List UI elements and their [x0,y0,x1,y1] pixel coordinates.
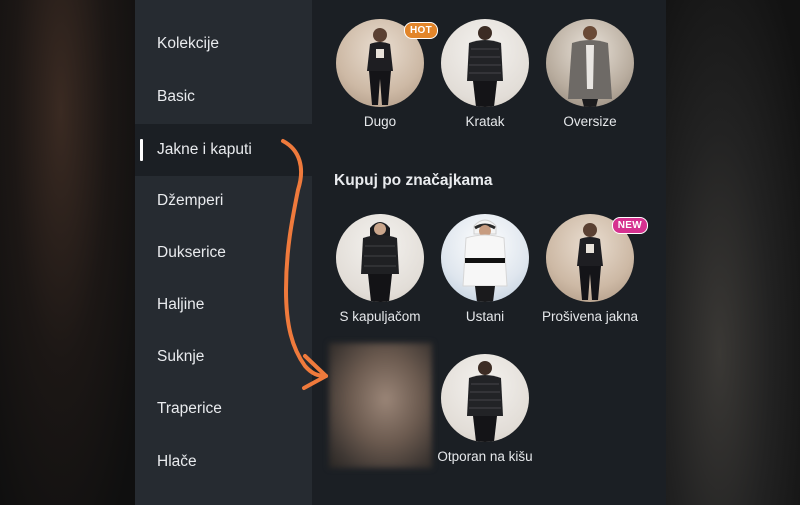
card-label: Kratak [465,114,505,129]
sidebar-item-label: Haljine [157,296,205,313]
product-image-oversize [546,19,634,107]
category-content: HOT Dugo Kratak Oversize Kupuj po značaj… [312,0,666,505]
card-label: Ustani [465,309,505,324]
sidebar-item-label: Hlače [157,453,197,470]
card-dugo[interactable]: HOT Dugo [328,19,438,130]
sidebar-item-suknje[interactable]: Suknje [135,331,312,383]
sidebar-item-haljine[interactable]: Haljine [135,279,312,331]
card-label: S kapuljačom [339,309,421,324]
app-window: Kolekcije Basic Jakne i kaputi Džemperi … [135,0,666,505]
card-label: Dugo [363,114,397,129]
sidebar-item-dzemperi[interactable]: Džemperi [135,175,312,227]
sidebar-item-label: Suknje [157,348,205,365]
sidebar-item-label: Dukserice [157,244,226,261]
background-left-blur [0,0,135,505]
card-oversize[interactable]: Oversize [538,19,642,130]
card-label: Oversize [563,114,617,129]
card-label: Otporan na kišu [437,449,533,464]
category-sidebar: Kolekcije Basic Jakne i kaputi Džemperi … [135,0,312,505]
card-s-kapuljacom[interactable]: S kapuljačom [328,214,432,325]
model-figure-icon [462,219,508,302]
sidebar-item-jakne-i-kaputi[interactable]: Jakne i kaputi [135,124,312,176]
sidebar-item-label: Basic [157,88,195,105]
product-image-s-kapuljacom [336,214,424,302]
section-title-features: Kupuj po značajkama [334,172,493,189]
sidebar-item-kolekcije[interactable]: Kolekcije [135,18,312,70]
card-label: Prošivena jakna [541,309,639,324]
card-ustani[interactable]: Ustani [433,214,537,325]
sidebar-item-hlace[interactable]: Hlače [135,436,312,488]
product-image-kratak [441,19,529,107]
card-otporan-na-kisu[interactable]: Otporan na kišu [433,354,537,465]
background-right-blur [666,0,800,505]
sidebar-item-dukserice[interactable]: Dukserice [135,227,312,279]
product-image-ustani [441,214,529,302]
model-figure-icon [568,26,612,107]
sidebar-item-traperice[interactable]: Traperice [135,383,312,435]
model-figure-icon [467,361,503,442]
sidebar-item-label: Kolekcije [157,35,220,52]
model-figure-icon [361,222,399,302]
card-kratak[interactable]: Kratak [433,19,537,130]
blurred-image [329,343,432,468]
model-figure-icon [467,26,503,107]
product-image-otporan-na-kisu [441,354,529,442]
new-badge: NEW [611,217,648,234]
sidebar-item-label: Traperice [157,400,222,417]
card-prosivena-jakna[interactable]: NEW Prošivena jakna [538,214,648,325]
sidebar-item-basic[interactable]: Basic [135,71,312,123]
sidebar-item-label: Džemperi [157,192,224,209]
sidebar-item-label: Jakne i kaputi [157,141,252,158]
